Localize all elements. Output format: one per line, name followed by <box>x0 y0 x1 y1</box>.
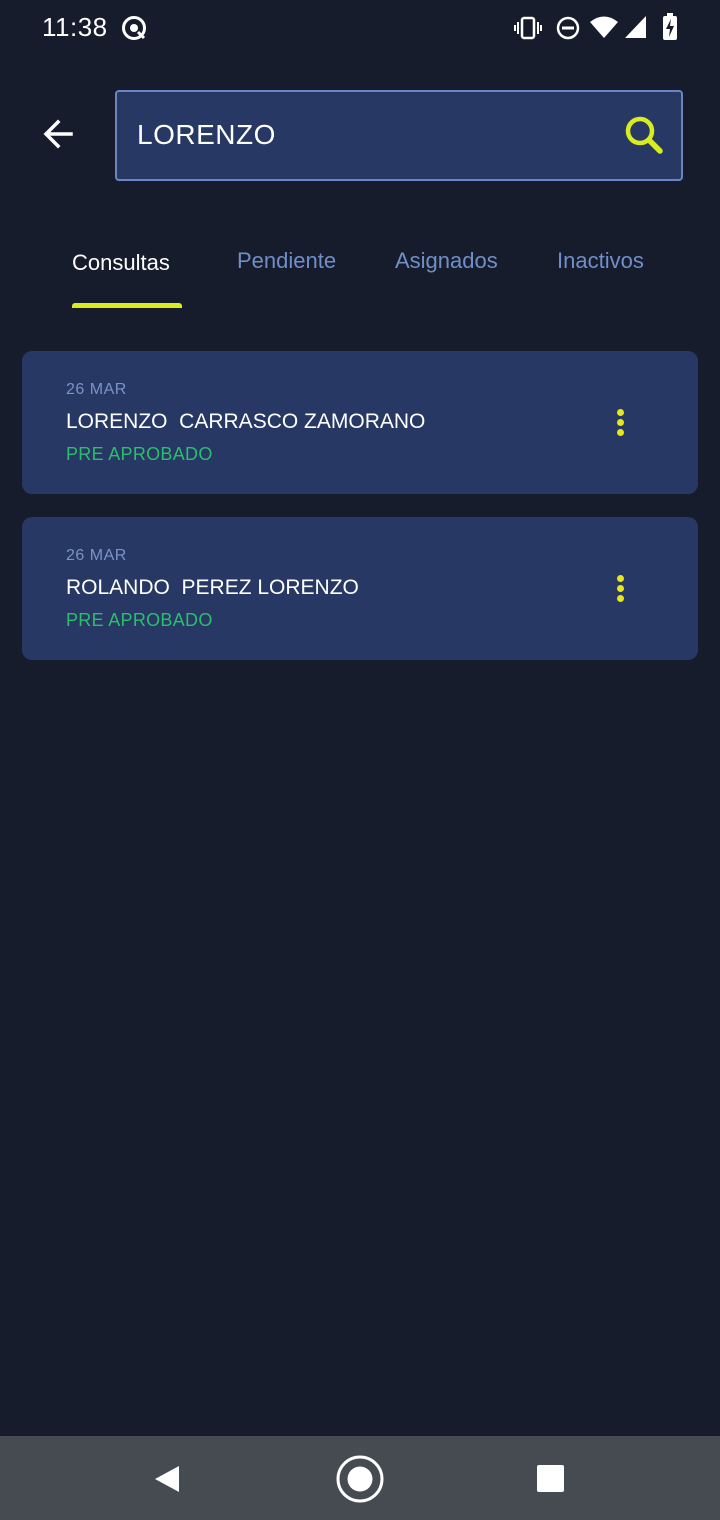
battery-charging-icon <box>662 13 678 46</box>
nav-recents-icon <box>526 1465 576 1508</box>
card-date: 26 MAR <box>66 381 127 398</box>
more-options-button[interactable] <box>604 401 636 445</box>
active-tab-indicator <box>72 303 182 308</box>
vibrate-icon <box>514 15 542 46</box>
nav-home-button[interactable] <box>335 1454 385 1504</box>
card-status: PRE APROBADO <box>66 610 213 630</box>
tab-inactivos[interactable]: Inactivos <box>557 248 644 274</box>
result-card[interactable]: 26 MAR LORENZO CARRASCO ZAMORANO PRE APR… <box>22 351 698 494</box>
search-input[interactable] <box>137 112 607 158</box>
search-button[interactable] <box>621 112 669 160</box>
arrow-left-icon <box>42 119 74 154</box>
tab-asignados[interactable]: Asignados <box>395 248 498 274</box>
wifi-icon <box>590 15 618 44</box>
nav-back-button[interactable] <box>143 1454 193 1504</box>
card-name: LORENZO CARRASCO ZAMORANO <box>66 410 426 433</box>
nav-back-icon <box>143 1466 193 1508</box>
card-date: 26 MAR <box>66 547 127 564</box>
search-box <box>115 90 683 181</box>
tab-bar: Consultas Pendiente Asignados Inactivos <box>0 230 720 310</box>
nav-home-icon <box>335 1455 385 1508</box>
navigation-bar <box>0 1436 720 1520</box>
back-button[interactable] <box>30 112 86 160</box>
do-not-disturb-icon <box>555 15 581 46</box>
nav-recents-button[interactable] <box>526 1454 576 1504</box>
result-card[interactable]: 26 MAR ROLANDO PEREZ LORENZO PRE APROBAD… <box>22 517 698 660</box>
search-icon <box>621 116 669 164</box>
tab-pendiente[interactable]: Pendiente <box>237 248 336 274</box>
more-options-button[interactable] <box>604 567 636 611</box>
card-name: ROLANDO PEREZ LORENZO <box>66 576 359 599</box>
app-screen: 11:38 LORENZO Consultas Pendiente Asigna… <box>0 0 720 1520</box>
card-status: PRE APROBADO <box>66 444 213 464</box>
signal-icon <box>624 15 648 44</box>
status-time: 11:38 <box>42 12 108 42</box>
tab-consultas[interactable]: Consultas <box>72 250 170 276</box>
assistant-icon <box>120 14 148 47</box>
status-bar: 11:38 <box>0 0 720 56</box>
